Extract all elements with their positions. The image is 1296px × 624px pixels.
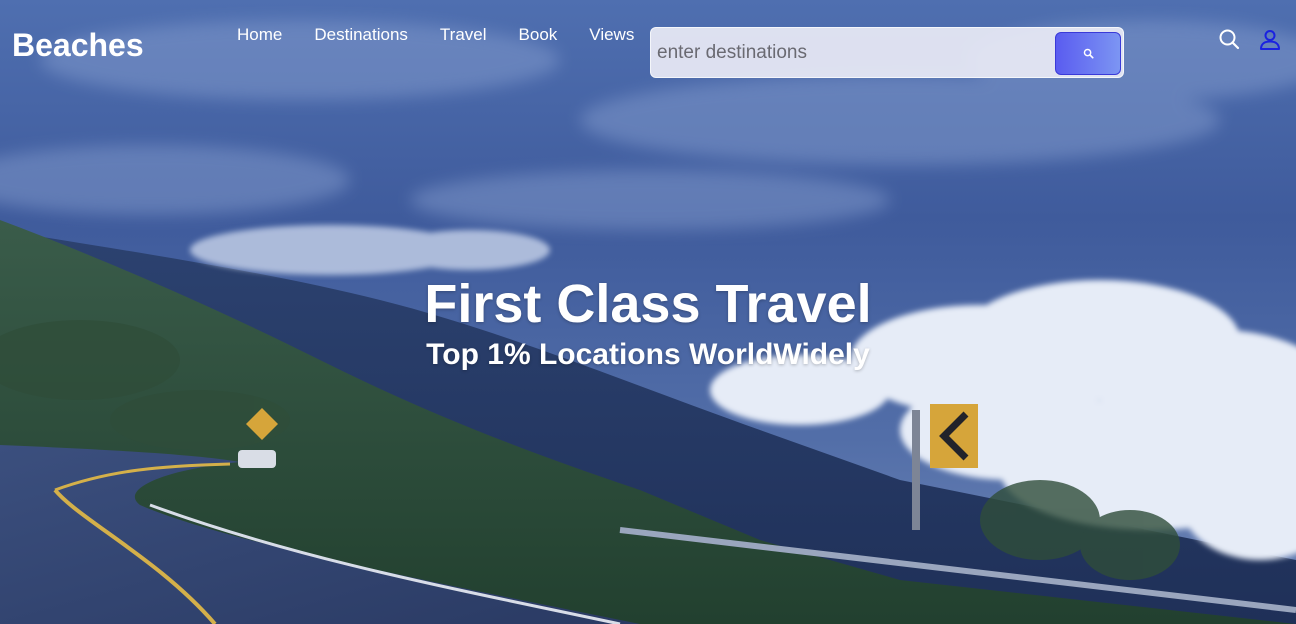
- main-nav: Home Destinations Travel Book Views: [237, 25, 634, 45]
- search-bar: [650, 27, 1124, 78]
- search-submit-button[interactable]: [1055, 32, 1121, 75]
- nav-travel[interactable]: Travel: [440, 25, 487, 45]
- nav-book[interactable]: Book: [519, 25, 558, 45]
- nav-home[interactable]: Home: [237, 25, 282, 45]
- search-icon: [1083, 48, 1094, 59]
- nav-views[interactable]: Views: [589, 25, 634, 45]
- header-search-icon[interactable]: [1218, 28, 1242, 52]
- hero-subtitle: Top 1% Locations WorldWidely: [426, 338, 870, 371]
- search-input[interactable]: [655, 36, 1049, 70]
- hero-title: First Class Travel: [424, 274, 872, 334]
- brand-logo[interactable]: Beaches: [12, 26, 144, 64]
- nav-destinations[interactable]: Destinations: [314, 25, 408, 45]
- user-icon[interactable]: [1258, 28, 1282, 52]
